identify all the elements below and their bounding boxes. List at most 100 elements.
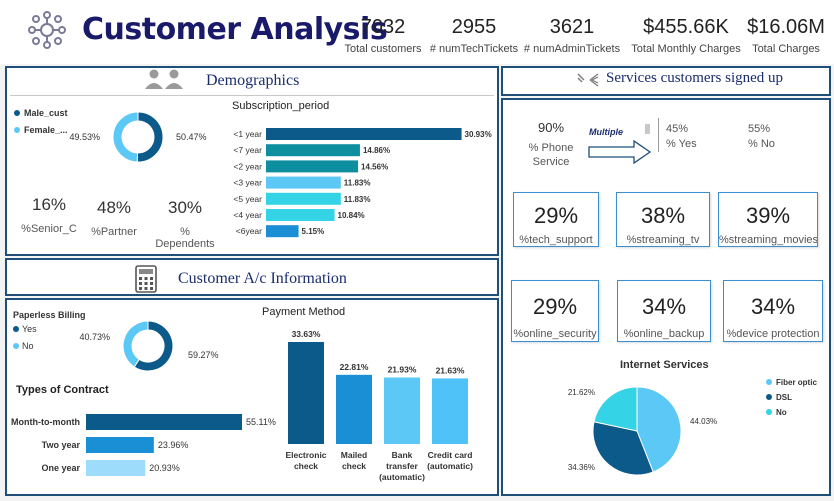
stat-value: 30% bbox=[167, 198, 203, 217]
legend-label: DSL bbox=[776, 393, 792, 402]
data-label: 50.47% bbox=[176, 132, 207, 142]
legend-marker bbox=[766, 379, 772, 385]
tick-label: <6year bbox=[236, 226, 262, 236]
kpi-total-charges: $16.06M Total Charges bbox=[746, 16, 826, 55]
kpi-label: Total customers bbox=[344, 43, 422, 55]
bar bbox=[266, 176, 341, 189]
data-label: 10.84% bbox=[338, 211, 365, 220]
bar bbox=[432, 378, 468, 444]
tick-label: Credit card (automatic) bbox=[427, 450, 473, 471]
internet-pie-chart: 44.03% 34.36% 21.62% Fiber optic DSL No bbox=[568, 378, 817, 476]
tick-label: <2 year bbox=[233, 161, 262, 171]
stat-label: %Senior_C bbox=[21, 223, 77, 235]
multiple-divider bbox=[658, 118, 659, 152]
bar bbox=[86, 460, 146, 476]
stat-senior: 16% %Senior_C bbox=[14, 195, 84, 235]
multiple-indicator bbox=[645, 124, 650, 134]
card-tech-support: 29% %tech_support bbox=[513, 192, 599, 247]
arrow-icon bbox=[588, 139, 652, 165]
legend-marker bbox=[13, 326, 19, 332]
payment-bar-chart: 33.63%Electronic check22.81%Mailed check21… bbox=[285, 329, 473, 482]
data-label: 40.73% bbox=[79, 332, 110, 342]
tick-label-line: check bbox=[342, 461, 366, 471]
legend-marker bbox=[13, 343, 19, 349]
tick-label: Mailed check bbox=[341, 450, 367, 471]
kpi-tech-tickets: 2955 # numTechTickets bbox=[428, 16, 520, 55]
data-label: 11.83% bbox=[344, 195, 371, 204]
kpi-monthly-charges: $455.66K Total Monthly Charges bbox=[630, 16, 742, 55]
paperless-donut-chart: Yes No 59.27% 40.73% bbox=[13, 320, 219, 372]
card-value: 38% bbox=[640, 203, 686, 228]
phone-service-value: 90% bbox=[537, 120, 565, 135]
card-value: 39% bbox=[745, 203, 791, 228]
kpi-label: # numTechTickets bbox=[429, 43, 519, 55]
bar bbox=[266, 128, 462, 140]
data-label: 21.62% bbox=[568, 388, 595, 397]
payment-title: Payment Method bbox=[262, 306, 346, 318]
tick-label-line: (automatic) bbox=[427, 461, 473, 471]
bar bbox=[266, 144, 360, 157]
data-label: 5.15% bbox=[302, 227, 325, 236]
tick-label: One year bbox=[41, 463, 80, 473]
stat-label: % Dependents bbox=[155, 226, 215, 250]
kpi-label: Total Charges bbox=[752, 43, 820, 55]
bar bbox=[384, 377, 420, 444]
data-label: 59.27% bbox=[188, 350, 219, 360]
stat-dependents: 30% % Dependents bbox=[150, 198, 220, 250]
donut-slice bbox=[122, 320, 149, 368]
stat-value: 48% bbox=[96, 198, 132, 217]
tick-label: <5 year bbox=[233, 194, 262, 204]
bar bbox=[336, 374, 372, 444]
data-label: 49.53% bbox=[69, 132, 100, 142]
multiple-no-value: 55% bbox=[748, 123, 771, 135]
data-label: 21.63% bbox=[436, 365, 465, 375]
legend-label: Male_cust bbox=[24, 108, 68, 118]
card-value: 34% bbox=[750, 294, 796, 319]
stat-label: %Partner bbox=[91, 226, 137, 238]
tick-label-line: check bbox=[294, 461, 318, 471]
network-logo-icon bbox=[28, 11, 66, 49]
bar bbox=[266, 225, 299, 238]
multiple-yes-value: 45% bbox=[666, 123, 689, 135]
legend-marker bbox=[766, 409, 772, 415]
tick-label: <1 year bbox=[233, 129, 262, 139]
legend-label: No bbox=[776, 408, 787, 417]
kpi-value: 7032 bbox=[360, 16, 406, 38]
card-streaming-tv: 38% %streaming_tv bbox=[616, 192, 710, 247]
card-label: %device protection bbox=[726, 328, 820, 340]
legend-label: Female_... bbox=[24, 125, 68, 135]
data-label: 14.56% bbox=[361, 162, 388, 171]
kpi-admin-tickets: 3621 # numAdminTickets bbox=[522, 16, 622, 55]
kpi-value: $16.06M bbox=[747, 16, 825, 38]
tick-label-line: Bank bbox=[392, 450, 413, 460]
data-label: 23.96% bbox=[158, 440, 189, 450]
data-label: 21.93% bbox=[388, 364, 417, 374]
card-label: %streaming_movies bbox=[719, 234, 817, 246]
tick-label: <4 year bbox=[233, 210, 262, 220]
donut-slice bbox=[112, 111, 139, 163]
tick-label-line: transfer bbox=[386, 461, 418, 471]
legend-marker bbox=[14, 127, 20, 133]
stat-partner: 48% %Partner bbox=[86, 198, 142, 238]
contract-bar-chart: Month-to-month 55.11% Two year 23.96% One ye… bbox=[11, 414, 276, 476]
card-value: 29% bbox=[532, 294, 578, 319]
card-label: %tech_support bbox=[519, 234, 593, 246]
account-title: Customer A/c Information bbox=[178, 270, 347, 287]
subscription-bar-chart: <1 year 30.93% <7 year 14.86% <2 year 14.56% <… bbox=[233, 128, 492, 238]
tick-label: Bank transfer (automatic) bbox=[379, 450, 425, 482]
tick-label: Month-to-month bbox=[11, 417, 80, 427]
stat-value: 16% bbox=[31, 195, 67, 214]
card-online-security: 29% %online_security bbox=[511, 280, 599, 342]
kpi-value: 3621 bbox=[549, 16, 595, 38]
legend-marker bbox=[766, 394, 772, 400]
section-divider bbox=[10, 95, 494, 96]
kpi-value: 2955 bbox=[451, 16, 497, 38]
bar bbox=[86, 437, 154, 453]
tick-label: Electronic check bbox=[285, 450, 326, 471]
card-streaming-movies: 39% %streaming_movies bbox=[718, 192, 818, 247]
donut-slice bbox=[136, 111, 164, 163]
tick-label: Two year bbox=[42, 440, 81, 450]
bar bbox=[266, 192, 341, 205]
data-label: 14.86% bbox=[363, 146, 390, 155]
calculator-icon bbox=[135, 265, 157, 293]
